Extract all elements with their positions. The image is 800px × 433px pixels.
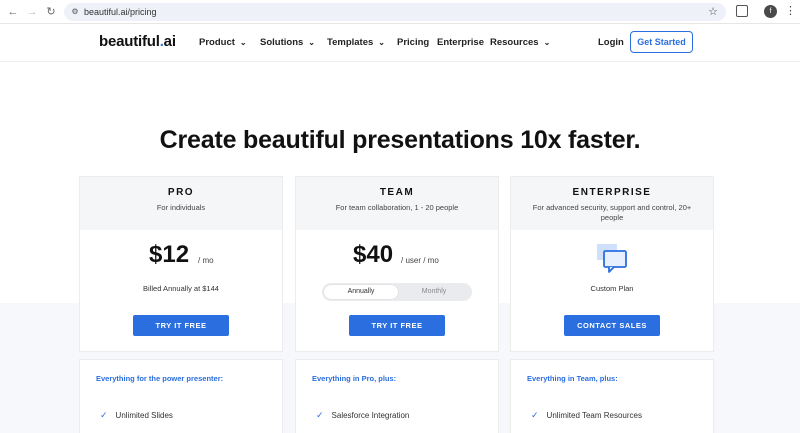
billing-toggle: Annually Monthly [322,283,472,301]
feature-list-team: Everything in Pro, plus: ✓ Salesforce Int… [295,359,499,433]
plan-period: / mo [198,256,214,265]
feature-heading: Everything in Pro, plus: [312,374,397,383]
plan-price: $40 [353,241,394,268]
nav-solutions[interactable]: Solutions ⌄ [260,37,315,48]
plan-name: PRO [167,187,195,198]
get-started-button[interactable]: Get Started [630,31,693,53]
plan-name: ENTERPRISE [572,187,652,198]
try-it-free-button[interactable]: TRY IT FREE [349,315,445,336]
feature-list-pro: Everything for the power presenter: ✓ Unl… [79,359,283,433]
address-bar[interactable]: ⚙ beautiful.ai/pricing ☆ [64,3,726,21]
contact-sales-button[interactable]: CONTACT SALES [564,315,660,336]
feature-item-label: Salesforce Integration [331,411,410,420]
profile-avatar[interactable]: f [764,5,777,18]
feature-list-enterprise: Everything in Team, plus: ✓ Unlimited Tea… [510,359,714,433]
site-header: beautiful.ai Product ⌄ Solutions ⌄ Templat… [0,24,800,62]
feature-item-label: Unlimited Slides [115,411,173,420]
plan-period: / user / mo [401,256,439,265]
nav-templates[interactable]: Templates ⌄ [327,37,385,48]
checkmark-icon: ✓ [316,410,324,420]
nav-product[interactable]: Product ⌄ [199,37,247,48]
back-arrow-icon[interactable]: ← [6,5,20,19]
plan-name: TEAM [379,187,415,198]
chevron-down-icon: ⌄ [239,38,247,47]
chat-bubbles-icon [597,244,627,273]
plan-card-team: TEAM For team collaboration, 1 - 20 peop… [295,176,499,352]
nav-solutions-label: Solutions [260,37,304,48]
plan-card-enterprise: ENTERPRISE For advanced security, suppor… [510,176,714,352]
plan-subtitle: For advanced security, support and contr… [532,203,692,222]
feature-heading: Everything in Team, plus: [527,374,618,383]
logo-suffix: ai [163,33,176,50]
nav-enterprise[interactable]: Enterprise [437,37,484,48]
logo-text: beautiful [99,33,160,50]
custom-plan-label: Custom Plan [590,284,634,293]
site-settings-icon[interactable]: ⚙ [70,7,80,17]
chevron-down-icon: ⌄ [308,38,315,47]
feature-heading: Everything for the power presenter: [96,374,224,383]
browser-menu-icon[interactable]: ⋮ [785,4,796,18]
page-headline: Create beautiful presentations 10x faste… [159,126,641,154]
url-text: beautiful.ai/pricing [84,7,157,17]
forward-arrow-icon[interactable]: → [25,5,39,19]
checkmark-icon: ✓ [100,410,108,420]
feature-item: ✓ Unlimited Team Resources [531,410,642,421]
feature-item: ✓ Unlimited Slides [100,410,173,421]
extensions-icon[interactable] [736,5,748,17]
chevron-down-icon: ⌄ [543,38,551,47]
reload-icon[interactable]: ↻ [44,5,58,19]
toggle-monthly[interactable]: Monthly [398,285,470,299]
feature-item-label: Unlimited Team Resources [546,411,642,420]
checkmark-icon: ✓ [531,410,539,420]
plan-price: $12 [149,241,190,268]
nav-product-label: Product [199,37,235,48]
nav-templates-label: Templates [327,37,374,48]
toggle-annually[interactable]: Annually [324,285,398,299]
logo[interactable]: beautiful.ai [99,33,176,50]
browser-toolbar: ← → ↻ ⚙ beautiful.ai/pricing ☆ f ⋮ [0,0,800,24]
feature-item: ✓ Salesforce Integration [316,410,409,421]
plan-subtitle: For team collaboration, 1 - 20 people [335,203,459,212]
bookmark-star-icon[interactable]: ☆ [708,5,718,19]
login-link[interactable]: Login [598,37,624,48]
plan-card-pro: PRO For individuals $12 / mo Billed Annu… [79,176,283,352]
nav-resources[interactable]: Resources ⌄ [490,37,550,48]
plan-subtitle: For individuals [156,203,206,212]
try-it-free-button[interactable]: TRY IT FREE [133,315,229,336]
nav-pricing[interactable]: Pricing [397,37,429,48]
chevron-down-icon: ⌄ [378,38,385,47]
nav-resources-label: Resources [490,37,539,48]
billing-note: Billed Annually at $144 [143,284,219,293]
